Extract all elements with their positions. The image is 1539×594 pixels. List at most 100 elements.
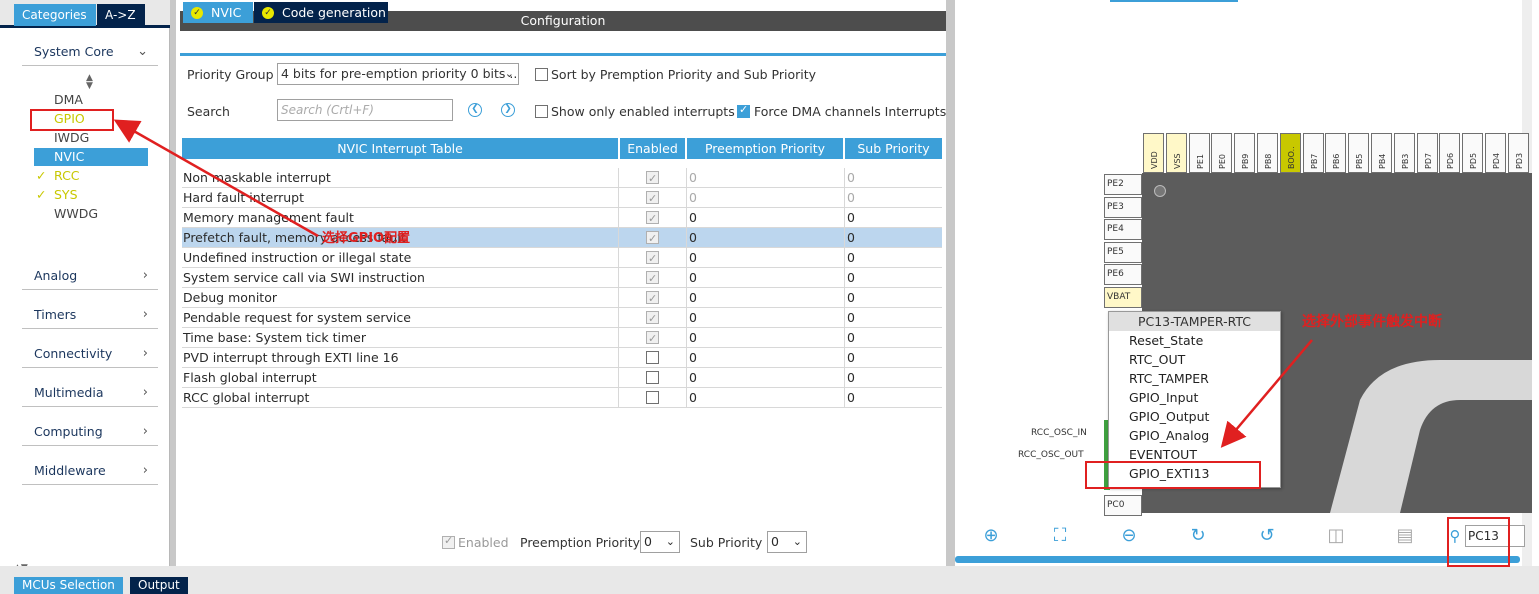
- header-interrupt[interactable]: NVIC Interrupt Table: [182, 138, 618, 159]
- pin-pe0[interactable]: PE0: [1211, 133, 1232, 173]
- category-middleware[interactable]: Middleware ›: [22, 457, 158, 485]
- pin-pd3[interactable]: PD3: [1508, 133, 1529, 173]
- tab-code-generation[interactable]: ✓ Code generation: [254, 2, 388, 23]
- rotate-right-icon[interactable]: ↻: [1186, 524, 1210, 548]
- sub-priority-cell[interactable]: 0: [844, 188, 942, 208]
- header-preemption[interactable]: Preemption Priority: [687, 138, 843, 159]
- enabled-checkbox[interactable]: [646, 329, 659, 349]
- pin-pe1[interactable]: PE1: [1189, 133, 1210, 173]
- sidebar-item-nvic[interactable]: NVIC: [34, 148, 148, 166]
- pin-pe5[interactable]: PE5: [1104, 241, 1142, 263]
- sidebar-item-iwdg[interactable]: IWDG: [34, 129, 148, 147]
- enabled-checkbox[interactable]: [646, 309, 659, 329]
- menu-item-reset-state[interactable]: Reset_State: [1129, 333, 1203, 348]
- pin-pb7[interactable]: PB7: [1303, 133, 1324, 173]
- category-multimedia[interactable]: Multimedia ›: [22, 379, 158, 407]
- sub-priority-cell[interactable]: 0: [844, 368, 942, 388]
- pin-pd7[interactable]: PD7: [1417, 133, 1438, 173]
- sub-priority-cell[interactable]: 0: [844, 348, 942, 368]
- sort-priority-checkbox[interactable]: [535, 68, 548, 81]
- table-row[interactable]: Time base: System tick timer 00: [182, 328, 942, 349]
- table-row[interactable]: Non maskable interrupt 00: [182, 168, 942, 189]
- preemption-cell[interactable]: 0: [686, 308, 844, 328]
- preemption-select[interactable]: 0 ⌄: [640, 531, 680, 553]
- enabled-checkbox[interactable]: [646, 229, 659, 249]
- sidebar-item-wwdg[interactable]: WWDG: [34, 205, 148, 223]
- pin-pe2[interactable]: PE2: [1104, 174, 1142, 195]
- pin-pb9[interactable]: PB9: [1234, 133, 1255, 173]
- sub-priority-cell[interactable]: 0: [844, 328, 942, 348]
- table-row[interactable]: System service call via SWI instruction 0…: [182, 268, 942, 289]
- sidebar-item-rcc[interactable]: ✓ RCC: [34, 167, 148, 185]
- preemption-cell[interactable]: 0: [686, 368, 844, 388]
- priority-group-select[interactable]: 4 bits for pre-emption priority 0 bits .…: [277, 63, 519, 85]
- header-enabled[interactable]: Enabled: [620, 138, 685, 159]
- preemption-cell[interactable]: 0: [686, 168, 844, 188]
- sort-arrows-icon[interactable]: ▲ ▼: [86, 74, 93, 91]
- preemption-cell[interactable]: 0: [686, 228, 844, 248]
- sidebar-item-sys[interactable]: ✓ SYS: [34, 186, 148, 204]
- pin-pd5[interactable]: PD5: [1462, 133, 1483, 173]
- tab-a-z[interactable]: A->Z: [97, 4, 145, 26]
- pin-vss[interactable]: VSS: [1166, 133, 1187, 173]
- pin-vbat[interactable]: VBAT: [1104, 286, 1142, 308]
- pin-pb3[interactable]: PB3: [1394, 133, 1415, 173]
- preemption-cell[interactable]: 0: [686, 348, 844, 368]
- table-row[interactable]: Prefetch fault, memory access fault00: [182, 228, 942, 249]
- table-row[interactable]: Hard fault interrupt 00: [182, 188, 942, 209]
- category-connectivity[interactable]: Connectivity ›: [22, 340, 158, 368]
- table-row[interactable]: Pendable request for system service 00: [182, 308, 942, 329]
- sub-priority-cell[interactable]: 0: [844, 268, 942, 288]
- pin-pb8[interactable]: PB8: [1257, 133, 1278, 173]
- tab-output[interactable]: Output: [130, 577, 188, 594]
- sidebar-item-dma[interactable]: DMA: [34, 91, 148, 109]
- pin-pb4[interactable]: PB4: [1371, 133, 1392, 173]
- menu-item-eventout[interactable]: EVENTOUT: [1129, 447, 1197, 462]
- menu-item-rtc-tamper[interactable]: RTC_TAMPER: [1129, 371, 1209, 386]
- pin-pd4[interactable]: PD4: [1485, 133, 1506, 173]
- enabled-checkbox[interactable]: [646, 189, 659, 209]
- preemption-cell[interactable]: 0: [686, 388, 844, 408]
- preemption-cell[interactable]: 0: [686, 328, 844, 348]
- flip-vertical-icon[interactable]: ▤: [1393, 524, 1417, 548]
- category-timers[interactable]: Timers ›: [22, 301, 158, 329]
- enabled-checkbox[interactable]: [646, 209, 659, 229]
- preemption-cell[interactable]: 0: [686, 208, 844, 228]
- enabled-checkbox[interactable]: [646, 289, 659, 309]
- sub-priority-select[interactable]: 0 ⌄: [767, 531, 807, 553]
- menu-item-gpio-output[interactable]: GPIO_Output: [1129, 409, 1209, 424]
- pin-pe3[interactable]: PE3: [1104, 196, 1142, 218]
- sub-priority-cell[interactable]: 0: [844, 168, 942, 188]
- sub-priority-cell[interactable]: 0: [844, 248, 942, 268]
- search-next-icon[interactable]: ❯: [501, 103, 515, 117]
- pin-pc0[interactable]: PC0: [1104, 495, 1142, 516]
- pin-pe6[interactable]: PE6: [1104, 264, 1142, 285]
- sub-priority-cell[interactable]: 0: [844, 388, 942, 408]
- pin-pe4[interactable]: PE4: [1104, 219, 1142, 240]
- zoom-out-icon[interactable]: ⊖: [1117, 524, 1141, 548]
- pin-vdd[interactable]: VDD: [1143, 133, 1164, 173]
- category-analog[interactable]: Analog ›: [22, 262, 158, 290]
- tab-mcus-selection[interactable]: MCUs Selection: [14, 577, 123, 594]
- table-row[interactable]: Debug monitor 00: [182, 288, 942, 309]
- enabled-checkbox[interactable]: [646, 269, 659, 289]
- preemption-cell[interactable]: 0: [686, 248, 844, 268]
- pin-pb6[interactable]: PB6: [1325, 133, 1346, 173]
- table-row[interactable]: Undefined instruction or illegal state 00: [182, 248, 942, 269]
- sub-priority-cell[interactable]: 0: [844, 308, 942, 328]
- search-input[interactable]: Search (Crtl+F): [277, 99, 453, 121]
- table-row[interactable]: Flash global interrupt 0 0: [182, 368, 942, 388]
- search-prev-icon[interactable]: ❮: [468, 103, 482, 117]
- preemption-cell[interactable]: 0: [686, 188, 844, 208]
- table-row[interactable]: Memory management fault 00: [182, 208, 942, 229]
- category-system-core[interactable]: System Core ⌄: [22, 38, 158, 66]
- rotate-left-icon[interactable]: ↺: [1255, 524, 1279, 548]
- flip-horizontal-icon[interactable]: ◫: [1324, 524, 1348, 548]
- preemption-cell[interactable]: 0: [686, 268, 844, 288]
- menu-item-rtc-out[interactable]: RTC_OUT: [1129, 352, 1185, 367]
- pin-pb5[interactable]: PB5: [1348, 133, 1369, 173]
- enabled-checkbox[interactable]: [646, 249, 659, 269]
- fit-screen-icon[interactable]: ⛶: [1048, 524, 1072, 548]
- show-enabled-checkbox[interactable]: [535, 105, 548, 118]
- enabled-checkbox[interactable]: [646, 351, 659, 364]
